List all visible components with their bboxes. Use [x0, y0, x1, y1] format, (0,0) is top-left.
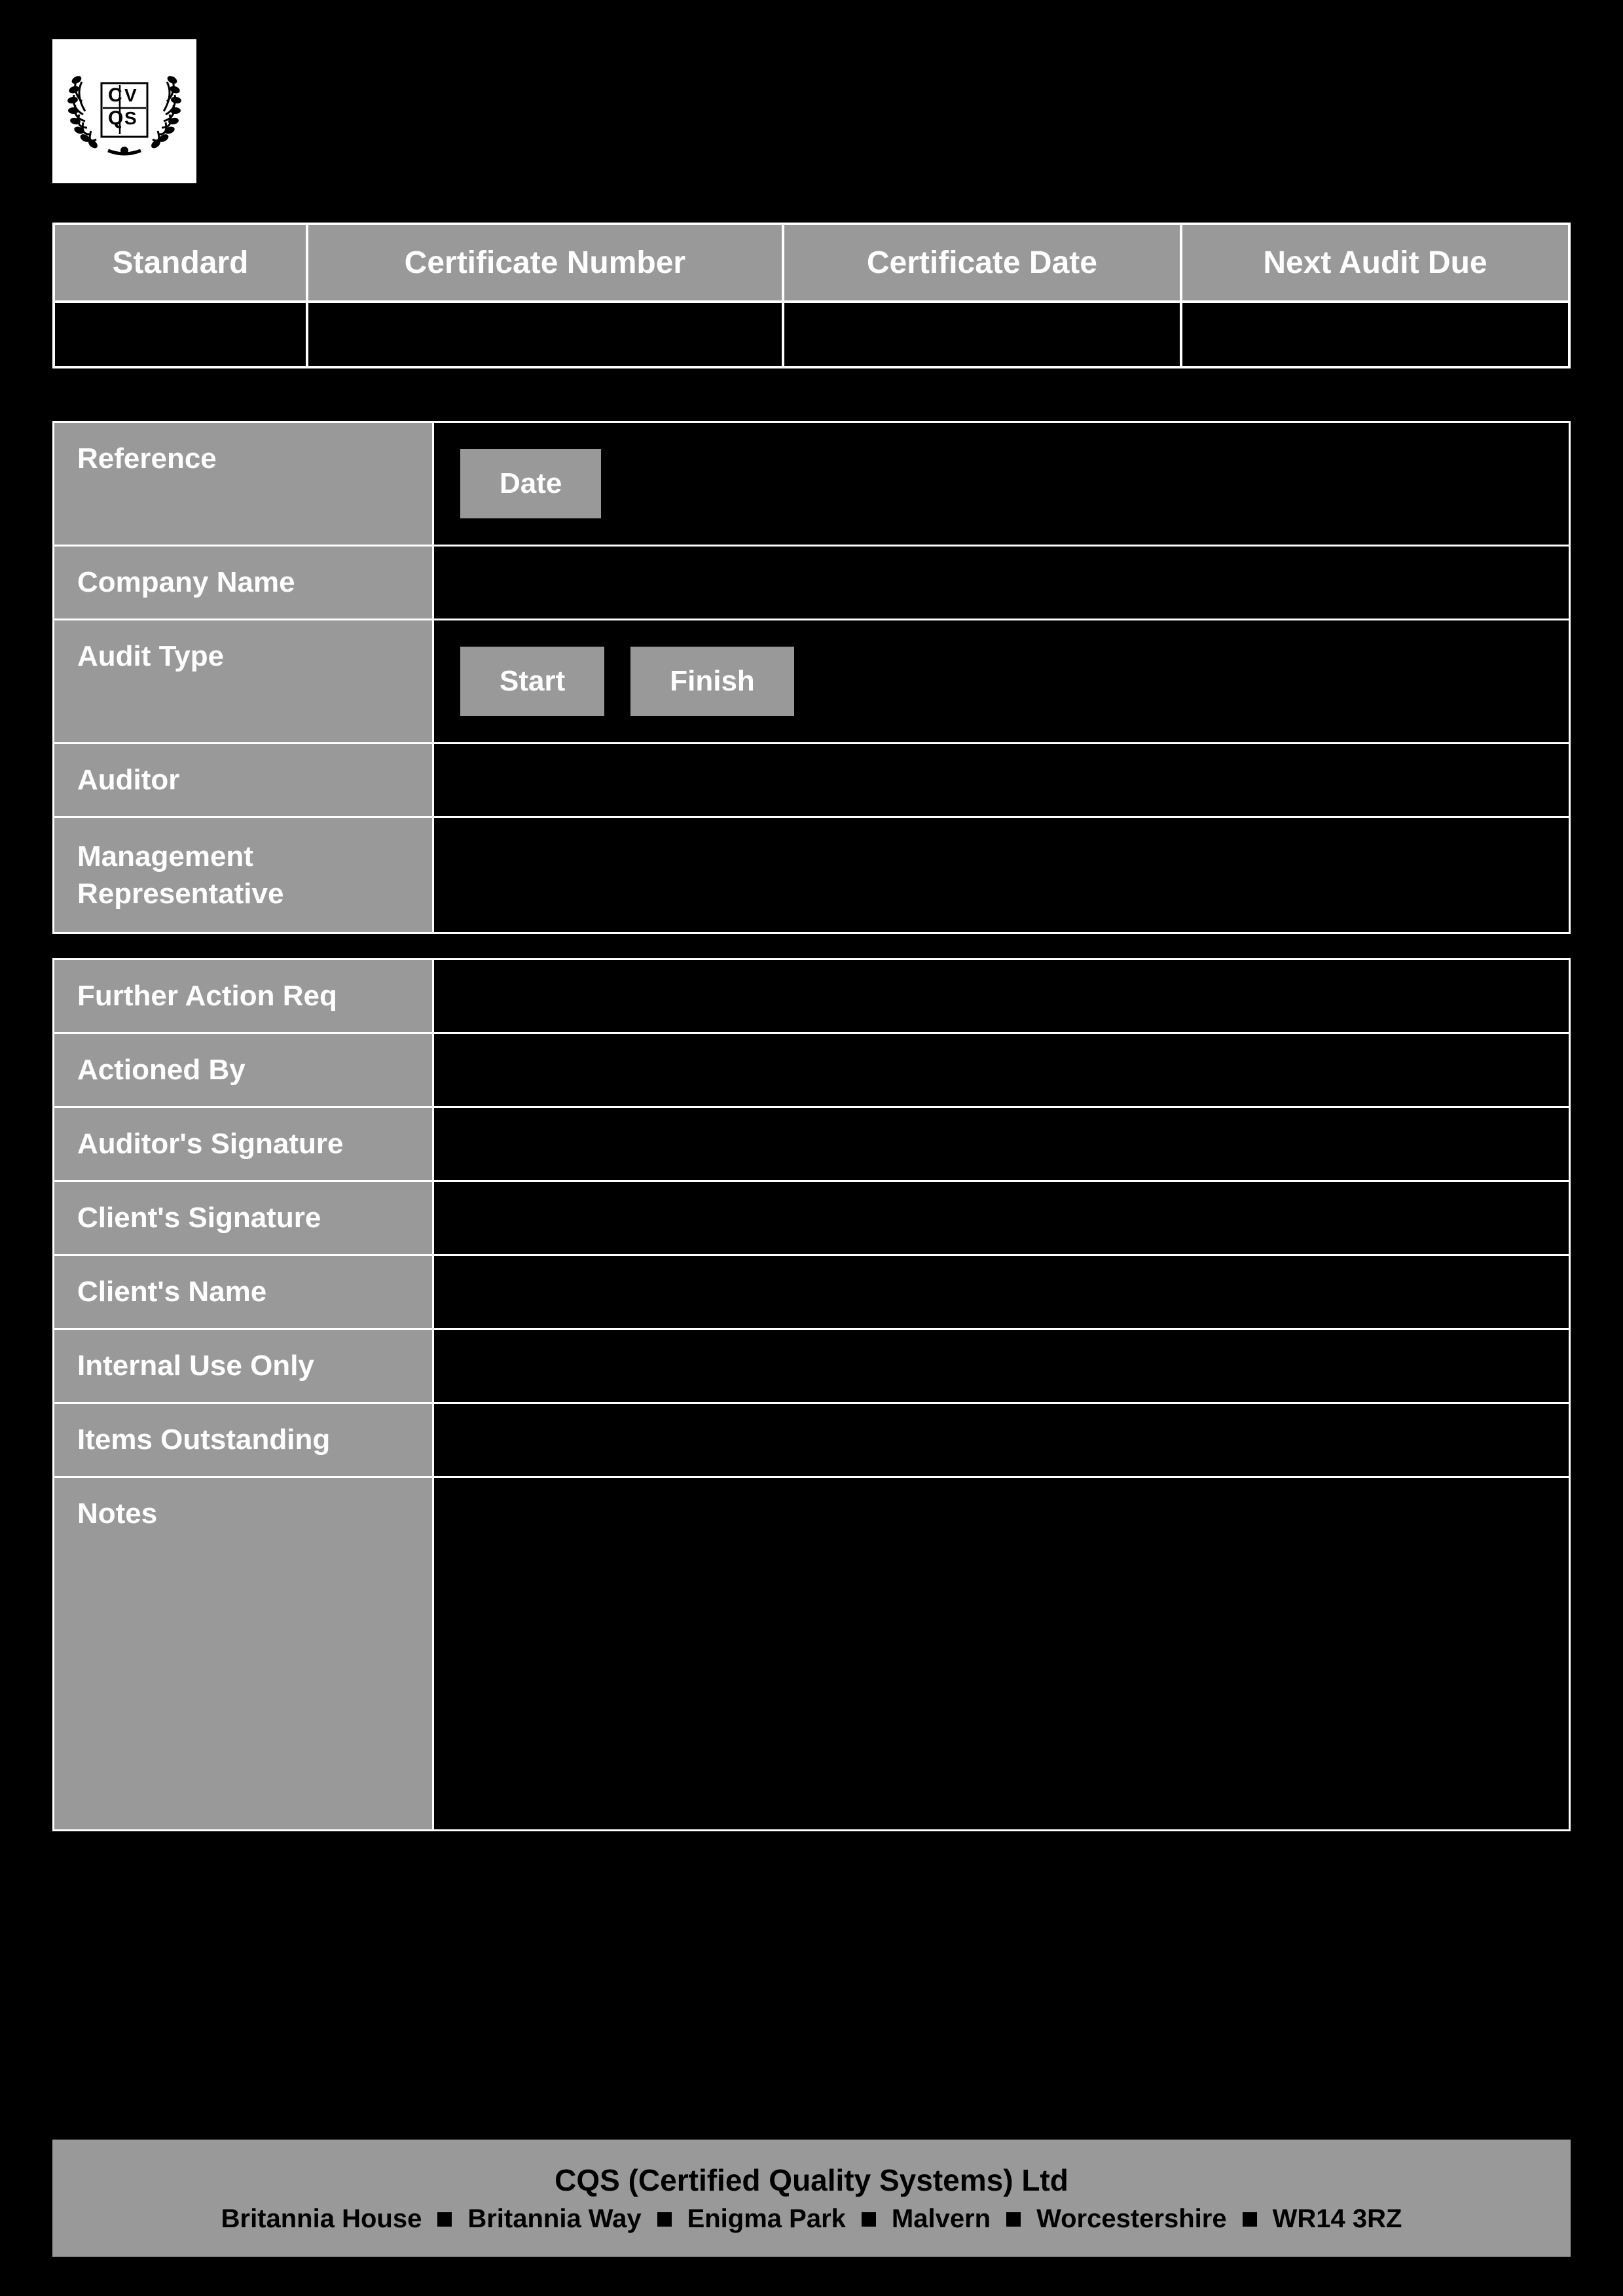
footer-separator-4	[1243, 2212, 1257, 2227]
auditor-sig-value[interactable]	[433, 1107, 1570, 1181]
col-standard: Standard	[54, 224, 307, 302]
auditor-sig-row: Auditor's Signature	[54, 1107, 1570, 1181]
footer-part-0: Britannia House	[221, 2204, 422, 2234]
internal-use-value[interactable]	[433, 1329, 1570, 1403]
logo-box: C V Q S	[52, 39, 196, 183]
company-name-value[interactable]	[433, 546, 1570, 620]
footer-part-5: WR14 3RZ	[1273, 2204, 1402, 2234]
col-next-audit: Next Audit Due	[1181, 224, 1569, 302]
further-action-row: Further Action Req	[54, 960, 1570, 1033]
footer-part-3: Malvern	[892, 2204, 991, 2234]
client-name-row: Client's Name	[54, 1255, 1570, 1329]
top-table: Standard Certificate Number Certificate …	[52, 223, 1571, 368]
footer-part-4: Worcestershire	[1036, 2204, 1227, 2234]
footer: CQS (Certified Quality Systems) Ltd Brit…	[52, 2140, 1571, 2257]
cqs-logo: C V Q S	[62, 49, 187, 173]
form-table: Reference Date Company Name Audit Type S…	[52, 421, 1571, 1831]
footer-separator-2	[862, 2212, 876, 2227]
items-outstanding-value[interactable]	[433, 1403, 1570, 1477]
actioned-by-row: Actioned By	[54, 1033, 1570, 1107]
svg-text:Q: Q	[108, 107, 123, 129]
auditor-sig-label: Auditor's Signature	[54, 1107, 433, 1181]
mgmt-rep-row: Management Representative	[54, 817, 1570, 933]
client-sig-value[interactable]	[433, 1181, 1570, 1255]
footer-separator-0	[437, 2212, 452, 2227]
page: C V Q S Standard Certificate Number Cert…	[0, 0, 1623, 2296]
auditor-label: Auditor	[54, 744, 433, 817]
auditor-value[interactable]	[433, 744, 1570, 817]
mgmt-rep-value[interactable]	[433, 817, 1570, 933]
audit-type-row: Audit Type Start Finish	[54, 620, 1570, 744]
footer-company-name: CQS (Certified Quality Systems) Ltd	[79, 2162, 1544, 2198]
finish-box: Finish	[630, 647, 794, 716]
audit-type-boxes: Start Finish	[454, 634, 1549, 729]
mgmt-rep-label: Management Representative	[54, 817, 433, 933]
audit-type-label: Audit Type	[54, 620, 433, 744]
start-box: Start	[460, 647, 604, 716]
col-cert-number: Certificate Number	[307, 224, 783, 302]
footer-address: Britannia House Britannia Way Enigma Par…	[79, 2204, 1544, 2234]
svg-text:V: V	[124, 85, 137, 105]
client-name-label: Client's Name	[54, 1255, 433, 1329]
reference-date-area: Date	[454, 436, 1549, 531]
reference-row: Reference Date	[54, 422, 1570, 546]
client-sig-label: Client's Signature	[54, 1181, 433, 1255]
svg-text:S: S	[124, 108, 137, 128]
client-name-value[interactable]	[433, 1255, 1570, 1329]
notes-label: Notes	[54, 1477, 433, 1831]
auditor-row: Auditor	[54, 744, 1570, 817]
further-action-label: Further Action Req	[54, 960, 433, 1033]
notes-row: Notes	[54, 1477, 1570, 1831]
date-box: Date	[460, 449, 601, 518]
items-outstanding-label: Items Outstanding	[54, 1403, 433, 1477]
internal-use-label: Internal Use Only	[54, 1329, 433, 1403]
notes-value[interactable]	[433, 1477, 1570, 1831]
reference-label: Reference	[54, 422, 433, 546]
footer-separator-3	[1006, 2212, 1021, 2227]
client-sig-row: Client's Signature	[54, 1181, 1570, 1255]
items-outstanding-row: Items Outstanding	[54, 1403, 1570, 1477]
further-action-value[interactable]	[433, 960, 1570, 1033]
logo-area: C V Q S	[52, 39, 1571, 183]
footer-part-2: Enigma Park	[687, 2204, 846, 2234]
internal-use-row: Internal Use Only	[54, 1329, 1570, 1403]
company-name-row: Company Name	[54, 546, 1570, 620]
footer-part-1: Britannia Way	[467, 2204, 641, 2234]
actioned-by-value[interactable]	[433, 1033, 1570, 1107]
reference-value[interactable]: Date	[433, 422, 1570, 546]
form-area: Reference Date Company Name Audit Type S…	[52, 421, 1571, 1986]
company-name-label: Company Name	[54, 546, 433, 620]
spacer-row	[54, 933, 1570, 960]
actioned-by-label: Actioned By	[54, 1033, 433, 1107]
audit-type-value[interactable]: Start Finish	[433, 620, 1570, 744]
col-cert-date: Certificate Date	[783, 224, 1181, 302]
footer-separator-1	[657, 2212, 672, 2227]
